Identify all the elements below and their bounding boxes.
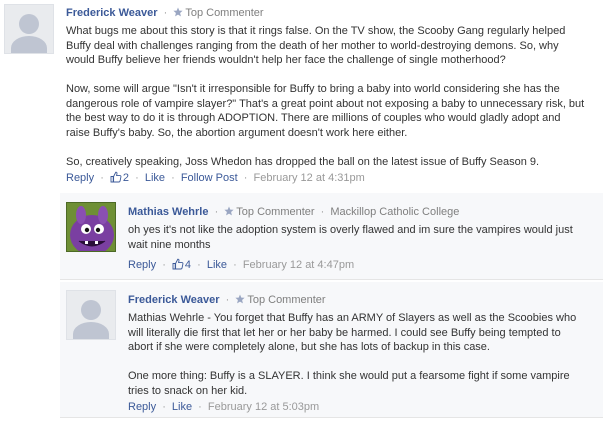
comment-paragraph: What bugs me about this story is that it… (66, 25, 566, 66)
reply-paragraph: One more thing: Buffy is a SLAYER. I thi… (128, 370, 570, 397)
reply-body: Mathias Wehrle - You forget that Buffy h… (128, 311, 588, 398)
comment-header: Frederick Weaver · Top Commenter (66, 7, 264, 19)
like-link[interactable]: Like (172, 401, 192, 413)
thumbs-up-icon (110, 171, 122, 183)
reply-link[interactable]: Reply (128, 401, 156, 413)
reply-header: Mathias Wehrle · Top Commenter · Mackill… (128, 206, 460, 218)
timestamp[interactable]: February 12 at 4:47pm (243, 259, 354, 271)
top-commenter-badge: Top Commenter (247, 294, 326, 306)
comment-actions: Reply · 2 · Like · Follow Post · Februar… (66, 171, 365, 184)
top-commenter-badge: Top Commenter (236, 206, 315, 218)
like-link[interactable]: Like (207, 259, 227, 271)
reply-link[interactable]: Reply (128, 259, 156, 271)
reply-paragraph: Mathias Wehrle - You forget that Buffy h… (128, 312, 577, 353)
star-icon (173, 7, 183, 17)
default-avatar-icon[interactable] (66, 290, 116, 340)
thumbs-up-icon (172, 258, 184, 270)
author-name[interactable]: Frederick Weaver (66, 7, 158, 19)
like-count[interactable]: 4 (185, 259, 191, 271)
reply-header: Frederick Weaver · Top Commenter (128, 294, 326, 306)
like-link[interactable]: Like (145, 172, 165, 184)
like-count[interactable]: 2 (123, 172, 129, 184)
comment-paragraph: Now, some will argue "Isn't it irrespons… (66, 83, 585, 139)
default-avatar-icon[interactable] (4, 4, 54, 54)
timestamp[interactable]: February 12 at 4:31pm (253, 172, 364, 184)
reply-paragraph: oh yes it's not like the adoption system… (128, 224, 573, 251)
author-name[interactable]: Frederick Weaver (128, 294, 220, 306)
timestamp[interactable]: February 12 at 5:03pm (208, 401, 319, 413)
follow-post-link[interactable]: Follow Post (181, 172, 238, 184)
reply-actions: Reply · Like · February 12 at 5:03pm (128, 401, 320, 413)
reply-actions: Reply · 4 · Like · February 12 at 4:47pm (128, 258, 355, 271)
comment-body: What bugs me about this story is that it… (66, 24, 586, 169)
affiliation[interactable]: Mackillop Catholic College (330, 206, 459, 218)
top-commenter-badge: Top Commenter (185, 7, 264, 19)
reply-body: oh yes it's not like the adoption system… (128, 223, 588, 252)
star-icon (235, 294, 245, 304)
comment-paragraph: So, creatively speaking, Joss Whedon has… (66, 155, 540, 168)
reply-link[interactable]: Reply (66, 172, 94, 184)
author-name[interactable]: Mathias Wehrle (128, 206, 209, 218)
star-icon (224, 206, 234, 216)
purple-creature-avatar[interactable] (66, 202, 116, 252)
